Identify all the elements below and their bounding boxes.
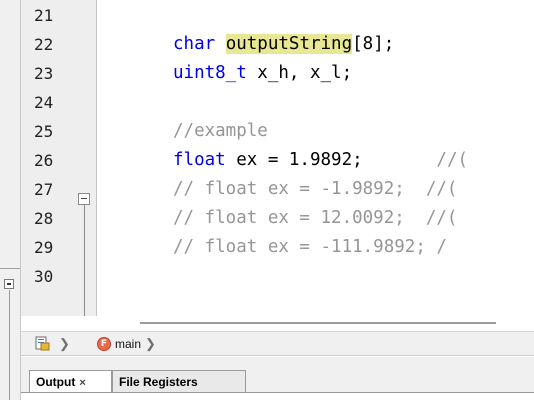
line-number: 25 (34, 122, 54, 141)
function-icon: F (97, 337, 111, 351)
collapse-icon[interactable] (4, 279, 14, 289)
fold-guide-line (84, 205, 85, 316)
code-line: //example (173, 117, 268, 146)
fold-collapse-icon[interactable] (78, 193, 90, 205)
code-token: ex = 1.9892; (236, 150, 363, 170)
code-token: [8]; (352, 34, 395, 54)
left-panel (0, 0, 21, 400)
code-token: //( (362, 150, 469, 170)
code-line: float ex = 1.9892; //( (173, 146, 468, 175)
highlighted-identifier: outputString (225, 34, 353, 54)
code-token: char (173, 34, 226, 54)
line-number: 26 (34, 151, 54, 170)
line-number: 24 (34, 93, 54, 112)
close-icon[interactable]: × (79, 377, 85, 389)
output-panel (21, 393, 534, 400)
code-token: uint8_t (173, 63, 258, 83)
horizontal-scrollbar-thumb[interactable] (140, 322, 496, 324)
breadcrumb: ❯ F main ❯ (21, 331, 534, 356)
panel-divider (0, 268, 20, 269)
code-line: uint8_t x_h, x_l; (173, 59, 352, 88)
code-token: x_h, x_l; (257, 63, 353, 83)
breadcrumb-separator-icon: ❯ (59, 336, 70, 351)
bottom-tabbar: Output × File Registers (21, 357, 534, 400)
code-line: // float ex = 12.0092; //( (173, 204, 457, 233)
tab-file-registers[interactable]: File Registers (112, 370, 246, 392)
code-token: //example (173, 121, 268, 141)
line-number: 22 (34, 35, 54, 54)
code-token: float (173, 150, 237, 170)
file-icon[interactable] (35, 336, 50, 351)
tab-output-label: Output (36, 375, 76, 389)
tab-output[interactable]: Output × (29, 370, 112, 392)
code-token: // float ex = 12.0092; //( (173, 208, 458, 228)
tab-file-registers-label: File Registers (119, 375, 198, 389)
breadcrumb-separator-icon[interactable]: ❯ (145, 336, 156, 351)
code-token: // float ex = -111.9892; / (173, 237, 447, 257)
code-editor[interactable]: char outputString[8]; uint8_t x_h, x_l;//… (97, 0, 534, 316)
line-number: 21 (34, 6, 54, 25)
breadcrumb-function-label[interactable]: main (115, 337, 141, 352)
line-number: 23 (34, 64, 54, 83)
code-line: // float ex = -111.9892; / (173, 233, 447, 262)
line-number: 29 (34, 238, 54, 257)
line-number: 28 (34, 209, 54, 228)
code-line: char outputString[8]; (173, 30, 394, 59)
line-number: 30 (34, 267, 54, 286)
code-token: // float ex = -1.9892; //( (173, 179, 458, 199)
line-number: 27 (34, 180, 54, 199)
code-line: // float ex = -1.9892; //( (173, 175, 457, 204)
tree-guide-line (9, 290, 10, 400)
